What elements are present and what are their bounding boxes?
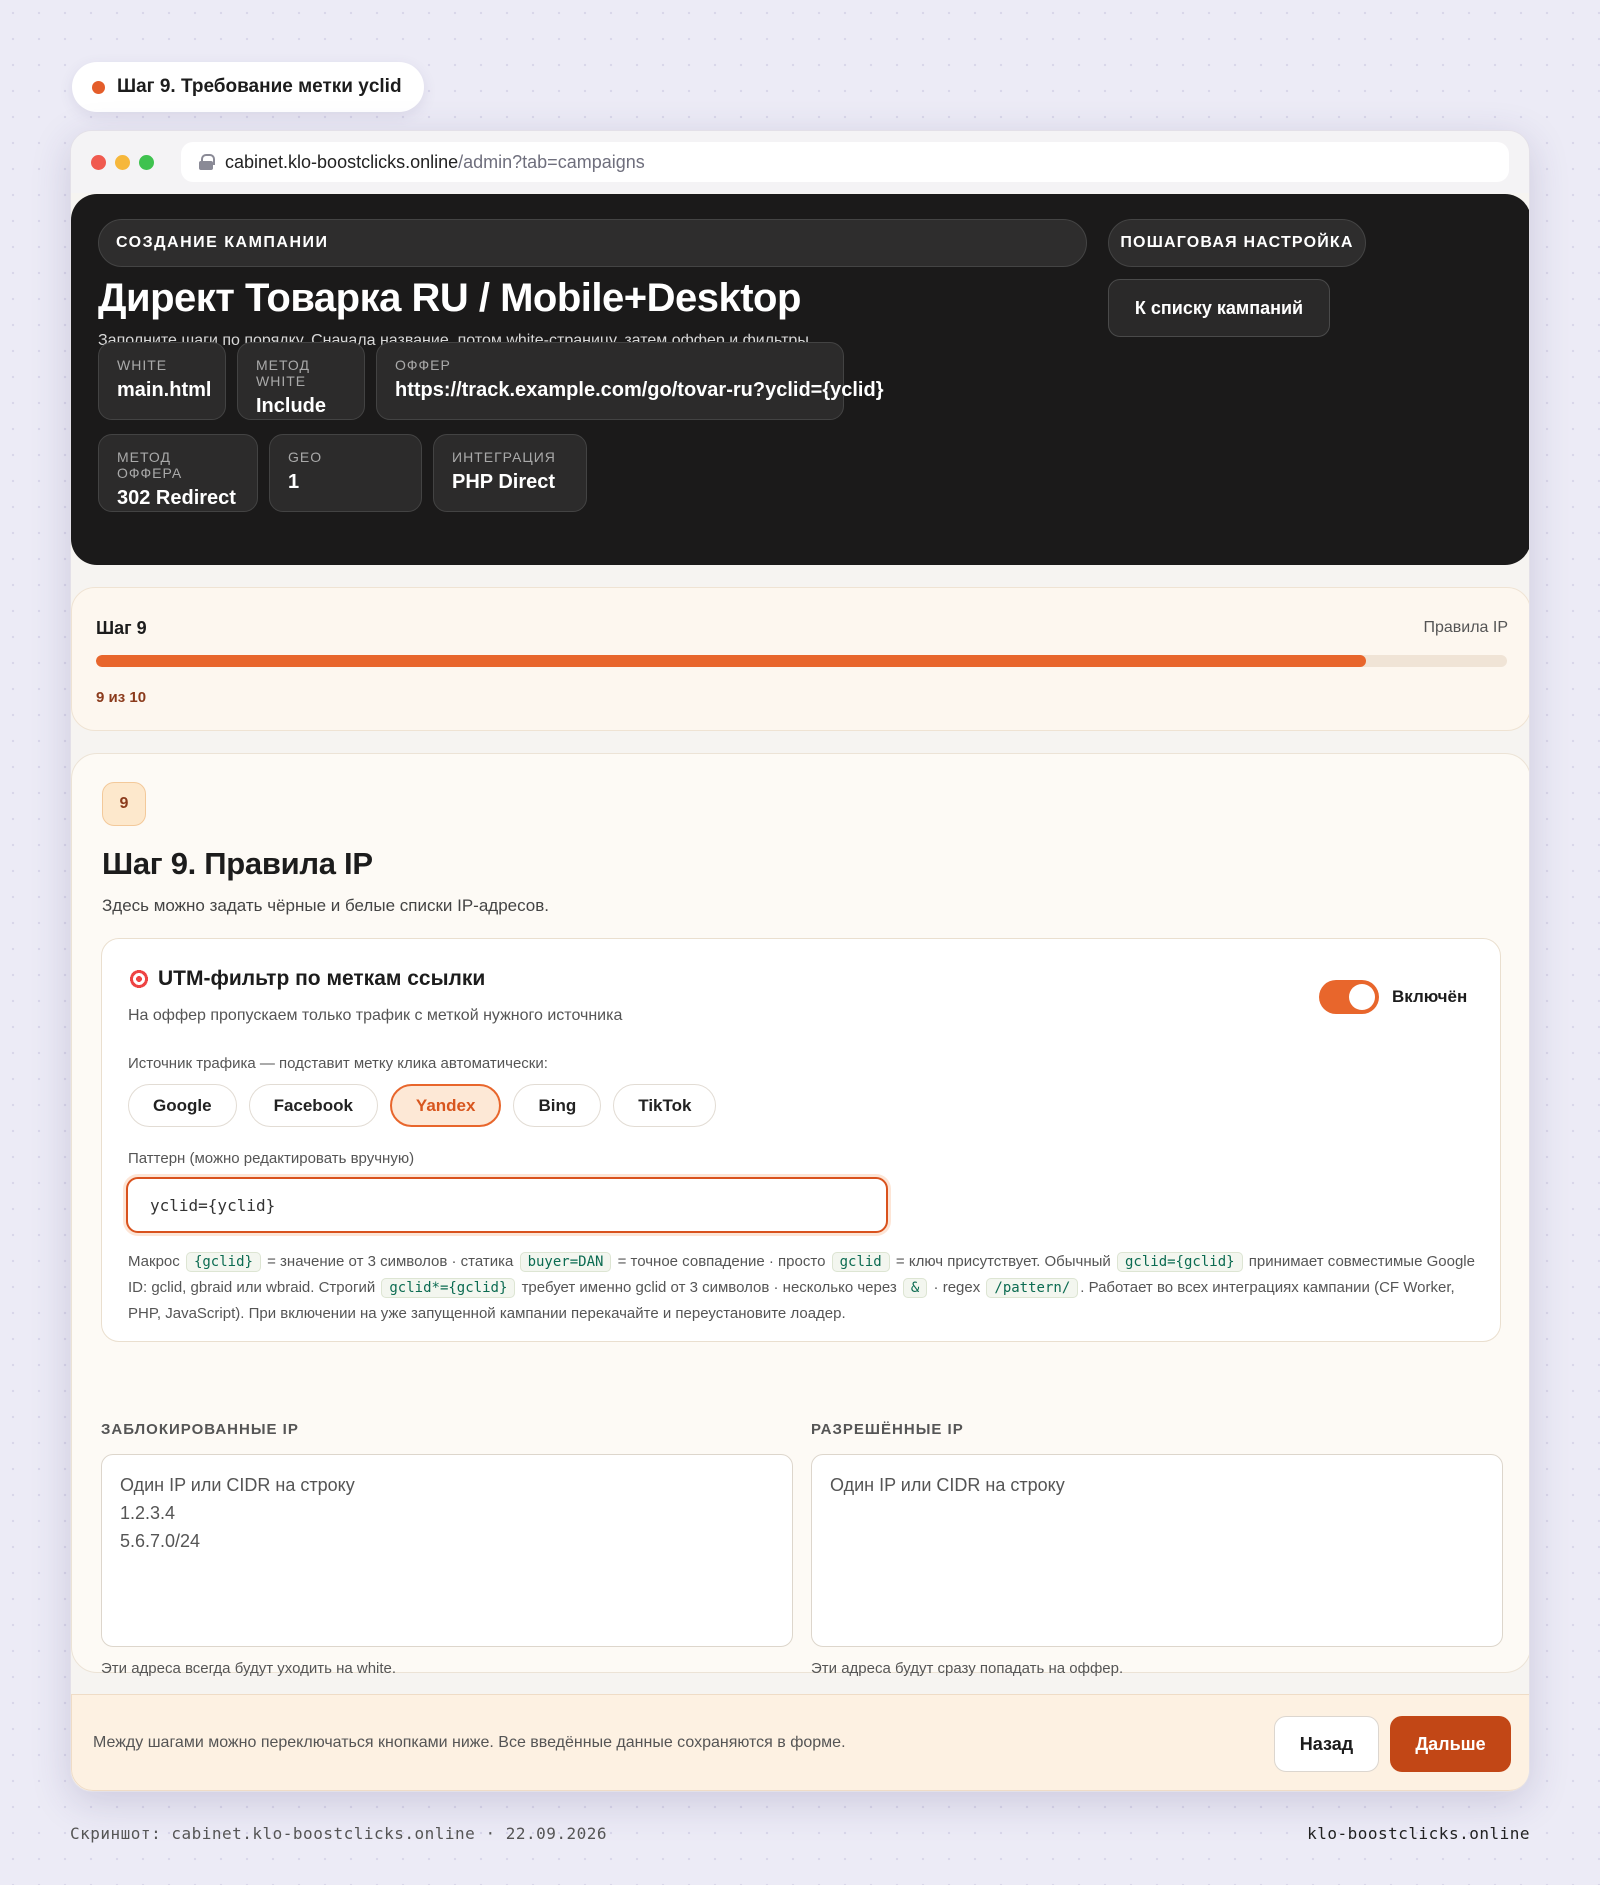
source-bing[interactable]: Bing: [513, 1084, 602, 1127]
progress-card: Шаг 9 Правила IP 9 из 10: [71, 587, 1529, 731]
pattern-label: Паттерн (можно редактировать вручную): [128, 1150, 415, 1167]
summary-chip-geo: GEO 1: [269, 434, 422, 512]
source-facebook[interactable]: Facebook: [248, 1084, 378, 1127]
summary-chip-integration: ИНТЕГРАЦИЯ PHP Direct: [433, 434, 587, 512]
allowed-ip-textarea[interactable]: Один IP или CIDR на строку: [811, 1454, 1503, 1647]
progress-title: Шаг 9: [96, 618, 147, 638]
source-options: Google Facebook Yandex Bing TikTok: [128, 1084, 717, 1127]
step-title: Шаг 9. Правила IP: [102, 846, 373, 881]
next-button[interactable]: Дальше: [1390, 1716, 1511, 1772]
utm-toggle[interactable]: [1319, 980, 1379, 1014]
blocked-ip-hint: Эти адреса всегда будут уходить на white…: [101, 1660, 397, 1677]
blocked-ip-textarea[interactable]: Один IP или CIDR на строку 1.2.3.4 5.6.7…: [101, 1454, 793, 1647]
progress-counter: 9 из 10: [96, 689, 147, 706]
status-dot-icon: [92, 80, 105, 94]
summary-chip-white: WHITE main.html: [98, 342, 226, 420]
source-label: Источник трафика — подставит метку клика…: [128, 1055, 548, 1072]
utm-filter-panel: UTM-фильтр по меткам ссылки На оффер про…: [101, 938, 1501, 1342]
address-bar[interactable]: cabinet.klo-boostclicks.online/admin?tab…: [181, 142, 1509, 182]
step-number-badge: 9: [102, 782, 146, 826]
step-pill-label: Шаг 9. Требование метки yclid: [117, 76, 402, 97]
target-icon: [128, 968, 150, 990]
progress-fill: [96, 655, 1366, 667]
step-pill: Шаг 9. Требование метки yclid: [72, 62, 424, 112]
utm-toggle-label: Включён: [1392, 987, 1468, 1006]
url-domain: cabinet.klo-boostclicks.online: [225, 151, 459, 172]
step-card: 9 Шаг 9. Правила IP Здесь можно задать ч…: [71, 753, 1529, 1677]
back-button[interactable]: Назад: [1274, 1716, 1379, 1772]
minimize-window-icon[interactable]: [115, 154, 130, 170]
caption-left: Скриншот: cabinet.klo-boostclicks.online…: [70, 1824, 608, 1843]
maximize-window-icon[interactable]: [139, 154, 154, 170]
browser-chrome: cabinet.klo-boostclicks.online/admin?tab…: [71, 131, 1529, 193]
step-navigation-bar: Между шагами можно переключаться кнопкам…: [71, 1694, 1529, 1791]
source-google[interactable]: Google: [128, 1084, 237, 1127]
browser-window: cabinet.klo-boostclicks.online/admin?tab…: [70, 130, 1530, 1792]
pattern-input[interactable]: yclid={yclid}: [126, 1177, 888, 1233]
pattern-help: Макрос {gclid} = значение от 3 символов …: [128, 1252, 1475, 1322]
blocked-ip-label: ЗАБЛОКИРОВАННЫЕ IP: [101, 1421, 299, 1438]
summary-chip-offer: ОФФЕР https://track.example.com/go/tovar…: [376, 342, 883, 420]
summary-chip-offer-method: МЕТОД ОФФЕРА 302 Redirect: [98, 434, 258, 512]
progress-step-name: Правила IP: [1423, 619, 1508, 636]
lock-icon: [199, 154, 215, 170]
close-window-icon[interactable]: [91, 154, 106, 170]
campaign-header: СОЗДАНИЕ КАМПАНИИ Директ Товарка RU / Mo…: [71, 194, 1529, 565]
back-to-list-button[interactable]: К списку кампаний: [1108, 279, 1330, 337]
allowed-ip-label: РАЗРЕШЁННЫЕ IP: [811, 1421, 964, 1438]
allowed-ip-hint: Эти адреса будут сразу попадать на оффер…: [811, 1660, 1124, 1677]
utm-title: UTM-фильтр по меткам ссылки: [158, 967, 486, 990]
source-tiktok[interactable]: TikTok: [613, 1084, 717, 1127]
url-path: /admin?tab=campaigns: [458, 151, 645, 172]
summary-chip-white-method: МЕТОД WHITE Include: [237, 342, 365, 420]
step-description: Здесь можно задать чёрные и белые списки…: [102, 896, 550, 915]
navigation-message: Между шагами можно переключаться кнопкам…: [93, 1734, 846, 1751]
utm-subtitle: На оффер пропускаем только трафик с метк…: [128, 1007, 623, 1024]
caption-right: klo-boostclicks.online: [1307, 1824, 1530, 1843]
campaign-title: Директ Товарка RU / Mobile+Desktop: [98, 276, 801, 320]
source-yandex[interactable]: Yandex: [389, 1084, 502, 1127]
step-setup-badge: ПОШАГОВАЯ НАСТРОЙКА: [1108, 219, 1366, 267]
create-campaign-badge: СОЗДАНИЕ КАМПАНИИ: [98, 219, 1087, 267]
progress-bar: [96, 655, 1507, 667]
